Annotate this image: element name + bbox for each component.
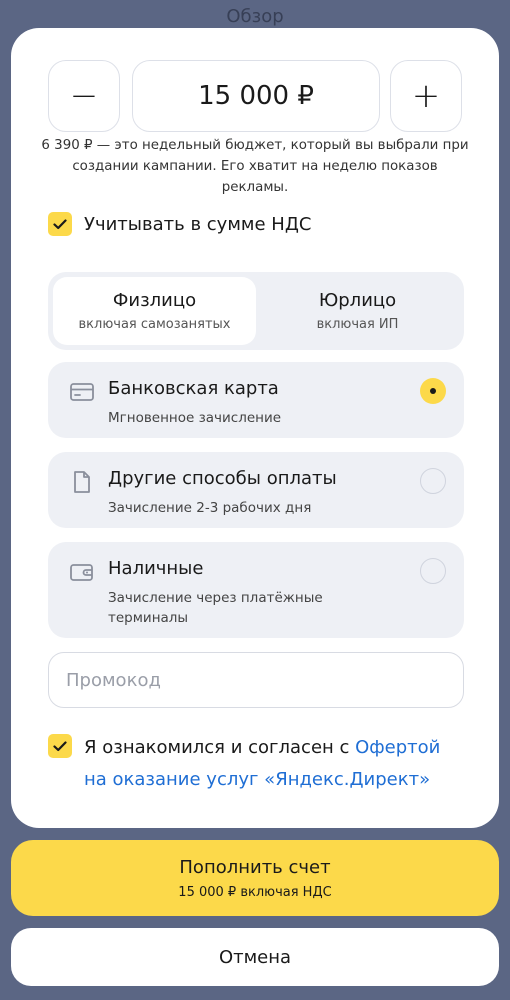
checkmark-icon: [53, 218, 67, 229]
tab-individual[interactable]: Физлицо включая самозанятых: [53, 277, 256, 345]
background-page-title: Обзор: [226, 6, 284, 27]
tab-legal-entity[interactable]: Юрлицо включая ИП: [256, 277, 459, 345]
tab-individual-subtitle: включая самозанятых: [78, 317, 231, 332]
payment-method-subtitle: Мгновенное зачисление: [108, 410, 282, 426]
top-up-button-label: Пополнить счет: [179, 856, 331, 878]
tab-legal-entity-subtitle: включая ИП: [316, 317, 399, 332]
payment-method-title: Наличные: [108, 558, 204, 579]
payment-method-subtitle: Зачисление 2-3 рабочих дня: [108, 500, 312, 516]
radio-selected[interactable]: [420, 378, 446, 404]
wallet-icon: [70, 564, 93, 581]
cancel-button[interactable]: Отмена: [11, 928, 499, 986]
agreement-row: Я ознакомился и согласен с Офертой на ок…: [48, 732, 468, 796]
payment-method-other[interactable]: Другие способы оплаты Зачисление 2-3 раб…: [48, 452, 464, 528]
budget-hint: 6 390 ₽ — это недельный бюджет, который …: [41, 138, 469, 195]
radio-unselected[interactable]: [420, 468, 446, 494]
payment-method-title: Банковская карта: [108, 378, 279, 399]
vat-checkbox-row[interactable]: Учитывать в сумме НДС: [48, 212, 311, 236]
payer-type-switch: Физлицо включая самозанятых Юрлицо включ…: [48, 272, 464, 350]
radio-unselected[interactable]: [420, 558, 446, 584]
payment-method-subtitle: Зачисление через платёжные терминалы: [108, 590, 323, 626]
card-icon: [70, 383, 94, 401]
promo-code-input[interactable]: [48, 652, 464, 708]
document-icon: [74, 471, 90, 493]
checkmark-icon: [53, 740, 67, 751]
payment-sheet: − 15 000 ₽ + 6 390 ₽ — это недельный бюд…: [11, 28, 499, 828]
plus-icon: +: [411, 76, 441, 116]
minus-icon: −: [69, 76, 99, 116]
payment-method-cash[interactable]: Наличные Зачисление через платёжные терм…: [48, 542, 464, 638]
vat-checkbox-label: Учитывать в сумме НДС: [84, 213, 312, 235]
tab-individual-title: Физлицо: [112, 290, 197, 311]
agreement-label: Я ознакомился и согласен с: [84, 737, 356, 758]
top-up-button-sublabel: 15 000 ₽ включая НДС: [178, 884, 332, 900]
vat-checkbox[interactable]: [48, 212, 72, 236]
top-up-button[interactable]: Пополнить счет 15 000 ₽ включая НДС: [11, 840, 499, 916]
increase-amount-button[interactable]: +: [390, 60, 462, 132]
payment-method-title: Другие способы оплаты: [108, 468, 337, 489]
decrease-amount-button[interactable]: −: [48, 60, 120, 132]
amount-field[interactable]: 15 000 ₽: [132, 60, 380, 132]
agreement-checkbox[interactable]: [48, 734, 72, 758]
tab-legal-entity-title: Юрлицо: [318, 290, 397, 311]
payment-method-card[interactable]: Банковская карта Мгновенное зачисление: [48, 362, 464, 438]
agreement-text: Я ознакомился и согласен с Офертой на ок…: [84, 732, 468, 796]
